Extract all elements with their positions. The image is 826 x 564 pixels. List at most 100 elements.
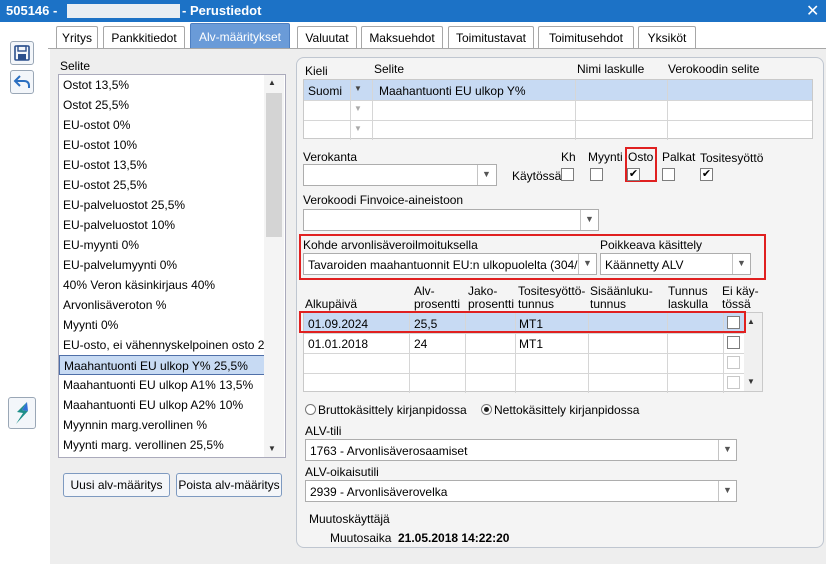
rate-row-highlight	[299, 311, 746, 333]
list-item[interactable]: Arvonlisäveroton %	[59, 295, 265, 315]
col-tunnus-2: laskulla	[668, 297, 709, 311]
netto-radio[interactable]	[481, 404, 492, 415]
close-icon[interactable]: ✕	[806, 1, 819, 21]
list-item[interactable]: EU-palveluostot 10%	[59, 215, 265, 235]
list-item[interactable]: Myynnin marg.verollinen %	[59, 415, 265, 435]
tab-yritys[interactable]: Yritys	[56, 26, 98, 48]
chevron-down-icon[interactable]: ▼	[578, 254, 596, 274]
app-logo-button[interactable]	[8, 397, 36, 429]
ei-kaytossa-checkbox[interactable]	[727, 336, 740, 349]
rate-tosite-code[interactable]: MT1	[519, 337, 543, 351]
list-item[interactable]: EU-palvelumyynti 0%	[59, 255, 265, 275]
muutosaika-label: Muutosaika	[330, 531, 392, 545]
col-alkupaiva: Alkupäivä	[305, 297, 358, 311]
tab-toimitusehdot[interactable]: Toimitusehdot	[538, 26, 634, 48]
list-item[interactable]: 40% Veron käsinkirjaus 40%	[59, 275, 265, 295]
app-logo-icon	[16, 402, 28, 424]
list-item[interactable]: Maahantuonti EU ulkop Y% 25,5%	[59, 355, 265, 375]
col-nimi-laskulle: Nimi laskulle	[577, 62, 645, 76]
palkat-label: Palkat	[662, 150, 696, 164]
delete-alv-button[interactable]: Poista alv-määritys	[176, 473, 282, 497]
back-button[interactable]	[10, 70, 34, 94]
kh-label: Kh	[561, 150, 576, 164]
window-titlebar: 505146 - - Perustiedot ✕	[0, 0, 826, 22]
list-item[interactable]: EU-ostot 25,5%	[59, 175, 265, 195]
finvoice-select[interactable]	[303, 209, 599, 231]
tab-toimitustavat[interactable]: Toimitustavat	[448, 26, 534, 48]
alv-oikaisutili-label: ALV-oikaisutili	[305, 465, 379, 479]
tositesyotto-checkbox[interactable]: ✔	[700, 168, 713, 181]
col-tunnus-1: Tunnus	[668, 284, 708, 298]
list-item[interactable]: Maahantuonti EU ulkop A1% 13,5%	[59, 375, 265, 395]
list-item[interactable]: EU-palveluostot 25,5%	[59, 195, 265, 215]
list-scroll-thumb[interactable]	[266, 93, 282, 237]
myynti-label: Myynti	[588, 150, 623, 164]
kh-checkbox[interactable]	[561, 168, 574, 181]
alv-list[interactable]: Ostot 13,5% Ostot 25,5% EU-ostot 0% EU-osto…	[58, 74, 286, 458]
selite-value[interactable]: Maahantuonti EU ulkop Y%	[379, 84, 526, 98]
scroll-up-icon[interactable]: ▲	[268, 78, 276, 87]
chevron-down-icon[interactable]: ▼	[354, 124, 362, 133]
kohde-label: Kohde arvonlisäveroilmoituksella	[303, 238, 478, 252]
col-jako-2: prosentti	[468, 297, 515, 311]
window-id: 505146 -	[6, 3, 58, 18]
col-alv-1: Alv-	[414, 284, 435, 298]
tab-yksikot[interactable]: Yksiköt	[638, 26, 696, 48]
list-item[interactable]: EU-ostot 13,5%	[59, 155, 265, 175]
kohde-select[interactable]: Tavaroiden maahantuonnit EU:n ulkopuolel…	[303, 253, 597, 275]
chevron-down-icon[interactable]: ▼	[718, 440, 736, 460]
kaytossa-label: Käytössä	[512, 169, 562, 183]
redacted-name	[67, 4, 180, 18]
muutoskayttaja-label: Muutoskäyttäjä	[309, 512, 390, 526]
scroll-down-icon[interactable]: ▼	[747, 377, 755, 386]
chevron-down-icon[interactable]: ▼	[732, 254, 750, 274]
rate-start-date[interactable]: 01.01.2018	[308, 337, 368, 351]
chevron-down-icon[interactable]: ▼	[477, 165, 495, 185]
myynti-checkbox[interactable]	[590, 168, 603, 181]
new-alv-button[interactable]: Uusi alv-määritys	[63, 473, 170, 497]
list-item[interactable]: Ostot 13,5%	[59, 75, 265, 95]
lang-grid[interactable]: Suomi ▼ Maahantuonti EU ulkop Y% ▼ ▼	[303, 79, 813, 140]
chevron-down-icon[interactable]: ▼	[718, 481, 736, 501]
save-button[interactable]	[10, 41, 34, 65]
list-item[interactable]: Maahantuonti EU ulkop A2% 10%	[59, 395, 265, 415]
chevron-down-icon[interactable]: ▼	[354, 84, 362, 93]
ei-kaytossa-checkbox[interactable]	[727, 376, 740, 389]
osto-checkbox[interactable]: ✔	[627, 168, 640, 181]
tab-valuutat[interactable]: Valuutat	[297, 26, 357, 48]
list-item[interactable]: Myynti marg. verollinen 25,5%	[59, 435, 265, 455]
list-header: Selite	[60, 59, 91, 73]
netto-label[interactable]: Nettokäsittely kirjanpidossa	[494, 403, 639, 417]
col-jako-1: Jako-	[468, 284, 498, 298]
brutto-label[interactable]: Bruttokäsittely kirjanpidossa	[318, 403, 467, 417]
alv-oikaisutili-select[interactable]: 2939 - Arvonlisäverovelka	[305, 480, 737, 502]
list-item[interactable]: EU-myynti 0%	[59, 235, 265, 255]
list-item[interactable]: Myynti 0%	[59, 315, 265, 335]
col-tosite-2: tunnus	[518, 297, 555, 311]
scroll-up-icon[interactable]: ▲	[747, 317, 755, 326]
ei-kaytossa-checkbox[interactable]	[727, 356, 740, 369]
lang-value[interactable]: Suomi	[308, 84, 342, 98]
rate-percent[interactable]: 24	[414, 337, 427, 351]
list-item[interactable]: EU-ostot 10%	[59, 135, 265, 155]
muutosaika-value: 21.05.2018 14:22:20	[398, 531, 510, 545]
alv-tili-select[interactable]: 1763 - Arvonlisäverosaamiset	[305, 439, 737, 461]
brutto-radio[interactable]	[305, 404, 316, 415]
list-item[interactable]: Ostot 25,5%	[59, 95, 265, 115]
list-item[interactable]: EU-ostot 0%	[59, 115, 265, 135]
tositesyotto-label: Tositesyöttö	[700, 151, 764, 165]
osto-label: Osto	[628, 150, 654, 164]
chevron-down-icon[interactable]: ▼	[354, 104, 362, 113]
poikkeava-select[interactable]: Käännetty ALV	[600, 253, 751, 275]
verokanta-select[interactable]	[303, 164, 497, 186]
col-ei-kaytossa-2: tössä	[722, 297, 751, 311]
chevron-down-icon[interactable]: ▼	[580, 210, 598, 230]
palkat-checkbox[interactable]	[662, 168, 675, 181]
tab-alv-maaritykset[interactable]: Alv-määritykset	[190, 23, 290, 49]
col-alv-2: prosentti	[414, 297, 461, 311]
list-item[interactable]: EU-osto, ei vähennyskelpoinen osto 2	[59, 335, 265, 355]
window-title: - Perustiedot	[182, 3, 262, 18]
tab-maksuehdot[interactable]: Maksuehdot	[361, 26, 443, 48]
tab-pankkitiedot[interactable]: Pankkitiedot	[103, 26, 185, 48]
scroll-down-icon[interactable]: ▼	[268, 444, 276, 453]
